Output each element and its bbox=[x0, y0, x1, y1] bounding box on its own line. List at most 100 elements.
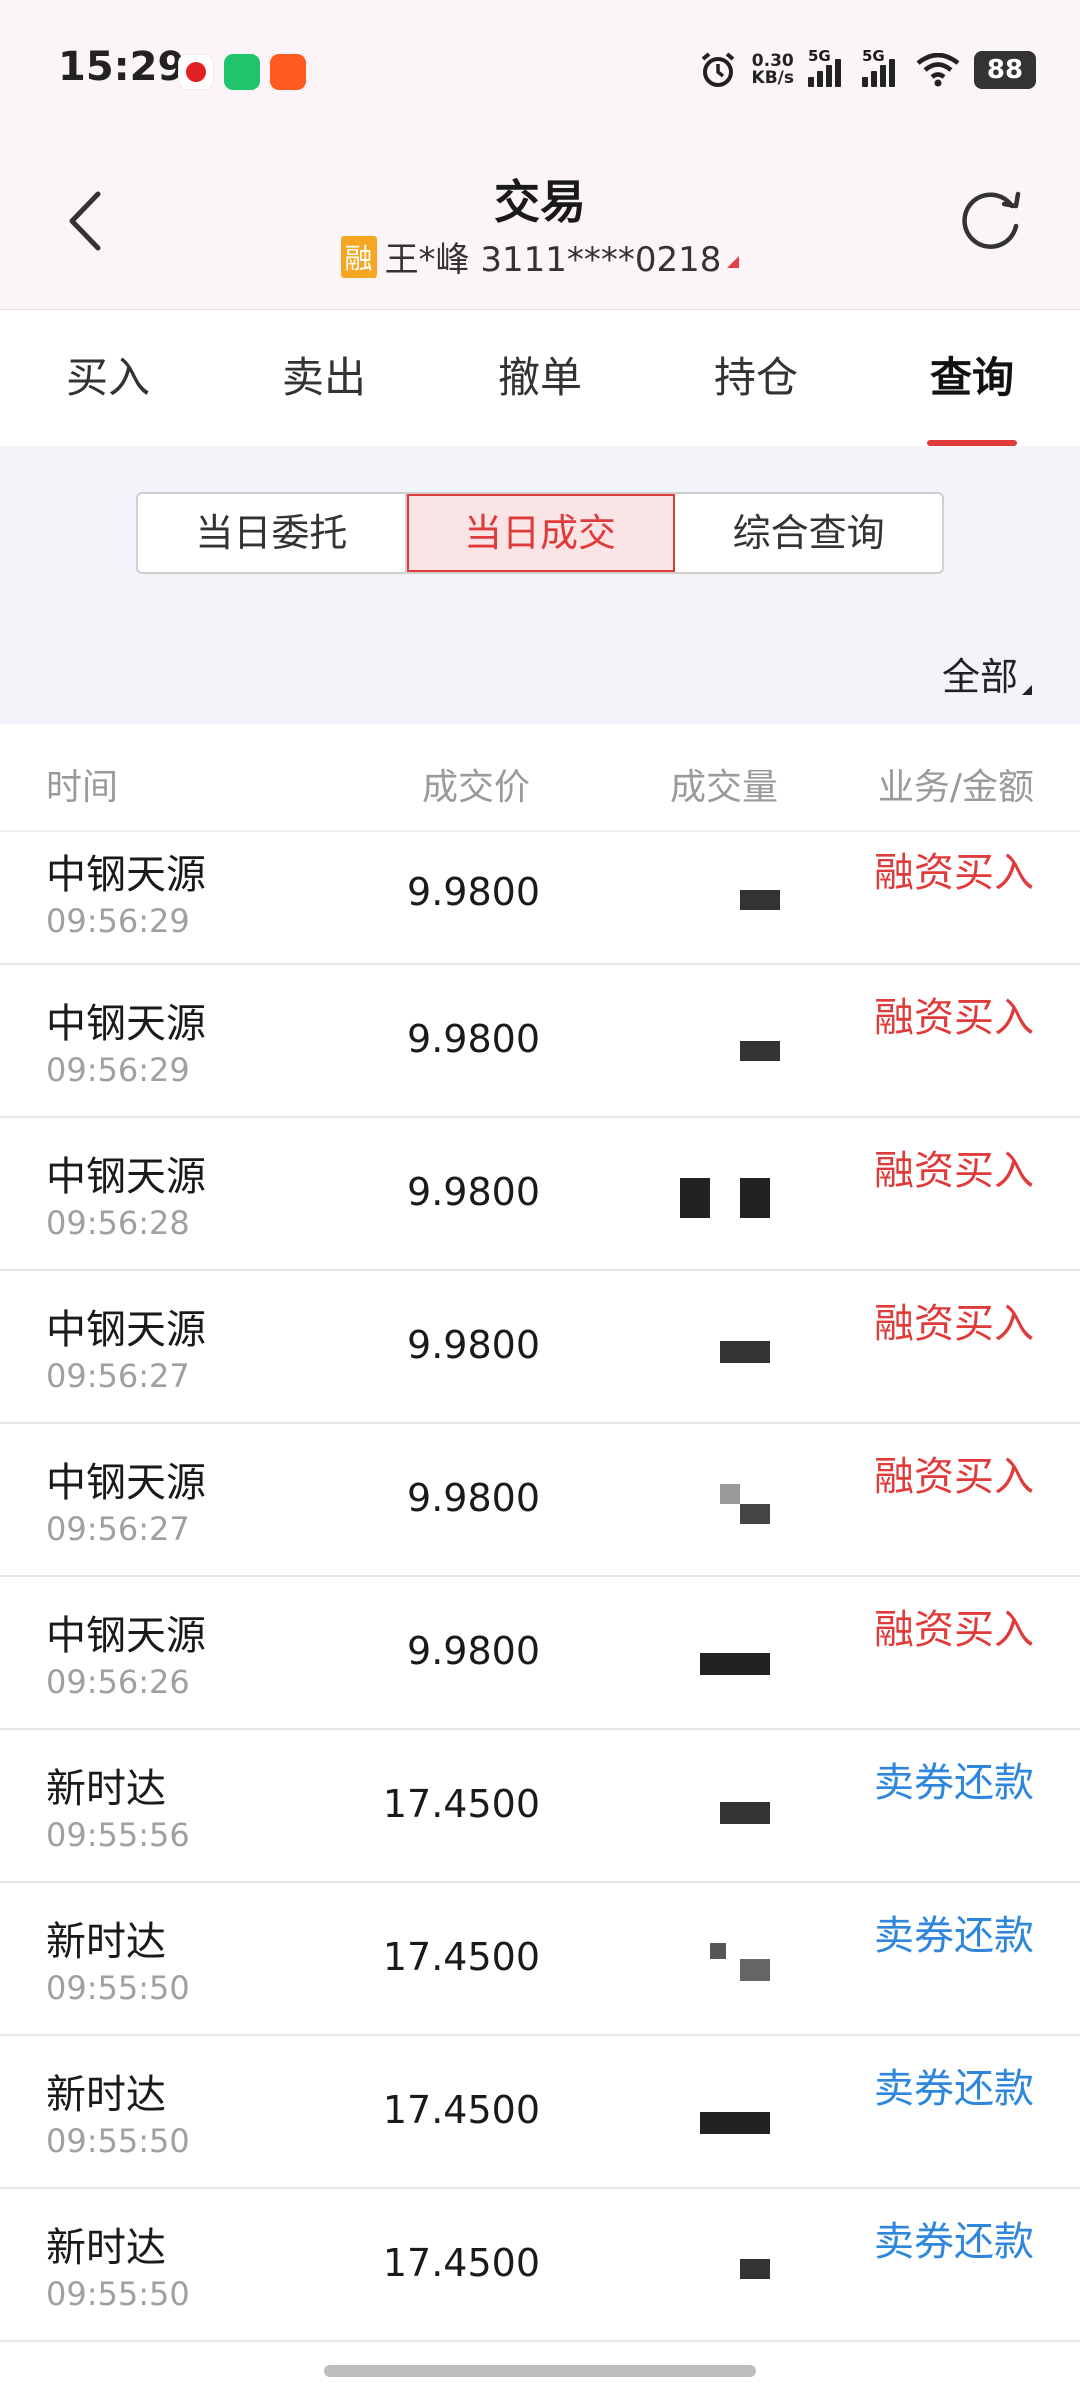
business-cell: 卖券还款 bbox=[874, 1750, 1034, 1808]
table-row[interactable]: 新时达 09:55:56 17.4500 卖券还款 bbox=[0, 1730, 1080, 1883]
business-type: 融资买入 bbox=[874, 850, 1034, 896]
network-speed: 0.30 KB/s bbox=[752, 53, 794, 87]
account-label: 王*峰 3111****0218 bbox=[384, 240, 722, 280]
status-icons: 0.30 KB/s 5G 5G 88 bbox=[698, 46, 1036, 94]
segment-today-trades[interactable]: 当日成交 bbox=[406, 494, 676, 572]
header: 交易 融 王*峰 3111****0218 bbox=[0, 140, 1080, 310]
network-speed-unit: KB/s bbox=[751, 68, 794, 88]
stock-name: 新时达 bbox=[46, 1919, 166, 1965]
trade-time: 09:56:28 bbox=[46, 1204, 190, 1242]
filter-label: 全部 bbox=[941, 655, 1018, 699]
volume-redacted bbox=[640, 1903, 790, 2023]
trade-time: 09:55:50 bbox=[46, 2275, 190, 2313]
volume-redacted bbox=[640, 1444, 790, 1564]
business-cell: 融资买入 bbox=[874, 1291, 1034, 1349]
stock-name: 中钢天源 bbox=[46, 1613, 206, 1659]
table-row[interactable]: 中钢天源 09:56:29 9.9800 融资买入 bbox=[0, 832, 1080, 965]
trade-time: 09:55:50 bbox=[46, 1969, 190, 2007]
trade-price: 9.9800 bbox=[407, 1629, 540, 1673]
tab-buy[interactable]: 买入 bbox=[0, 310, 216, 446]
trade-price: 17.4500 bbox=[382, 1782, 540, 1826]
business-type: 卖券还款 bbox=[874, 1760, 1034, 1806]
column-header-time: 时间 bbox=[46, 767, 119, 808]
tab-cancel-order[interactable]: 撤单 bbox=[432, 310, 648, 446]
main-tabs: 买入 卖出 撤单 持仓 查询 bbox=[0, 310, 1080, 446]
business-type: 融资买入 bbox=[874, 1301, 1034, 1347]
dropdown-triangle-icon bbox=[727, 255, 740, 268]
table-row[interactable]: 中钢天源 09:56:27 9.9800 融资买入 bbox=[0, 1424, 1080, 1577]
volume-redacted bbox=[640, 1597, 790, 1717]
home-indicator[interactable] bbox=[324, 2365, 756, 2377]
trade-price: 9.9800 bbox=[407, 870, 540, 914]
volume-redacted bbox=[640, 840, 790, 960]
refresh-button[interactable] bbox=[954, 182, 1030, 258]
segment-comprehensive-query[interactable]: 综合查询 bbox=[675, 494, 942, 572]
trade-price: 17.4500 bbox=[382, 2088, 540, 2132]
column-header-price: 成交价 bbox=[422, 767, 531, 808]
business-cell: 融资买入 bbox=[874, 1138, 1034, 1196]
business-type: 融资买入 bbox=[874, 1607, 1034, 1653]
trade-price: 9.9800 bbox=[407, 1476, 540, 1520]
trade-time: 09:56:26 bbox=[46, 1663, 190, 1701]
business-type: 融资买入 bbox=[874, 995, 1034, 1041]
stock-name: 新时达 bbox=[46, 2225, 166, 2271]
trade-price: 9.9800 bbox=[407, 1170, 540, 1214]
signal-icon-sim2: 5G bbox=[862, 47, 902, 87]
table-row[interactable]: 中钢天源 09:56:28 9.9800 融资买入 bbox=[0, 1118, 1080, 1271]
stock-name: 新时达 bbox=[46, 2072, 166, 2118]
trade-time: 09:56:29 bbox=[46, 1051, 190, 1089]
stock-name: 中钢天源 bbox=[46, 1307, 206, 1353]
filter-dropdown[interactable]: 全部 bbox=[942, 646, 1032, 701]
stock-name: 中钢天源 bbox=[46, 1154, 206, 1200]
stock-name: 中钢天源 bbox=[46, 1001, 206, 1047]
business-cell: 卖券还款 bbox=[874, 2056, 1034, 2114]
business-cell: 卖券还款 bbox=[874, 1903, 1034, 1961]
stock-name: 新时达 bbox=[46, 1766, 166, 1812]
column-header-volume: 成交量 bbox=[670, 767, 779, 808]
business-cell: 融资买入 bbox=[874, 1444, 1034, 1502]
table-header: 时间 成交价 成交量 业务/金额 bbox=[0, 724, 1080, 832]
table-row[interactable]: 新时达 09:55:50 17.4500 卖券还款 bbox=[0, 2189, 1080, 2342]
trade-price: 17.4500 bbox=[382, 1935, 540, 1979]
status-bar: 15:29 0.30 KB/s 5G 5G 88 bbox=[0, 0, 1080, 140]
margin-account-badge: 融 bbox=[340, 235, 377, 278]
trade-list: 中钢天源 09:56:29 9.9800 融资买入 中钢天源 09:56:29 … bbox=[0, 832, 1080, 2342]
table-row[interactable]: 新时达 09:55:50 17.4500 卖券还款 bbox=[0, 2036, 1080, 2189]
business-type: 卖券还款 bbox=[874, 2219, 1034, 2265]
business-type: 融资买入 bbox=[874, 1454, 1034, 1500]
trade-price: 9.9800 bbox=[407, 1323, 540, 1367]
trade-price: 9.9800 bbox=[407, 1017, 540, 1061]
segment-today-orders[interactable]: 当日委托 bbox=[138, 494, 407, 572]
trade-time: 09:55:50 bbox=[46, 2122, 190, 2160]
business-type: 卖券还款 bbox=[874, 1913, 1034, 1959]
refresh-icon bbox=[962, 191, 1021, 249]
trade-price: 17.4500 bbox=[382, 2241, 540, 2285]
stock-name: 中钢天源 bbox=[46, 852, 206, 898]
table-row[interactable]: 中钢天源 09:56:29 9.9800 融资买入 bbox=[0, 965, 1080, 1118]
business-cell: 融资买入 bbox=[874, 985, 1034, 1043]
tab-query[interactable]: 查询 bbox=[864, 310, 1080, 446]
tab-positions[interactable]: 持仓 bbox=[648, 310, 864, 446]
trade-time: 09:56:27 bbox=[46, 1510, 190, 1548]
volume-redacted bbox=[640, 1138, 790, 1258]
notification-app-icon-1 bbox=[178, 54, 214, 90]
sim2-label: 5G bbox=[862, 47, 885, 65]
dropdown-triangle-icon bbox=[1022, 685, 1032, 695]
notification-app-icon-3 bbox=[270, 54, 306, 90]
volume-redacted bbox=[640, 1291, 790, 1411]
wifi-icon bbox=[916, 53, 960, 87]
tab-sell[interactable]: 卖出 bbox=[216, 310, 432, 446]
account-selector[interactable]: 融 王*峰 3111****0218 bbox=[0, 232, 1080, 281]
status-time: 15:29 bbox=[58, 44, 186, 90]
signal-icon-sim1: 5G bbox=[808, 47, 848, 87]
business-cell: 融资买入 bbox=[874, 1597, 1034, 1655]
volume-redacted bbox=[640, 2056, 790, 2176]
trade-time: 09:56:27 bbox=[46, 1357, 190, 1395]
trade-time: 09:56:29 bbox=[46, 902, 190, 940]
table-row[interactable]: 新时达 09:55:50 17.4500 卖券还款 bbox=[0, 1883, 1080, 2036]
table-row[interactable]: 中钢天源 09:56:27 9.9800 融资买入 bbox=[0, 1271, 1080, 1424]
volume-redacted bbox=[640, 2209, 790, 2329]
volume-redacted bbox=[640, 1750, 790, 1870]
table-row[interactable]: 中钢天源 09:56:26 9.9800 融资买入 bbox=[0, 1577, 1080, 1730]
battery-indicator: 88 bbox=[974, 51, 1036, 89]
